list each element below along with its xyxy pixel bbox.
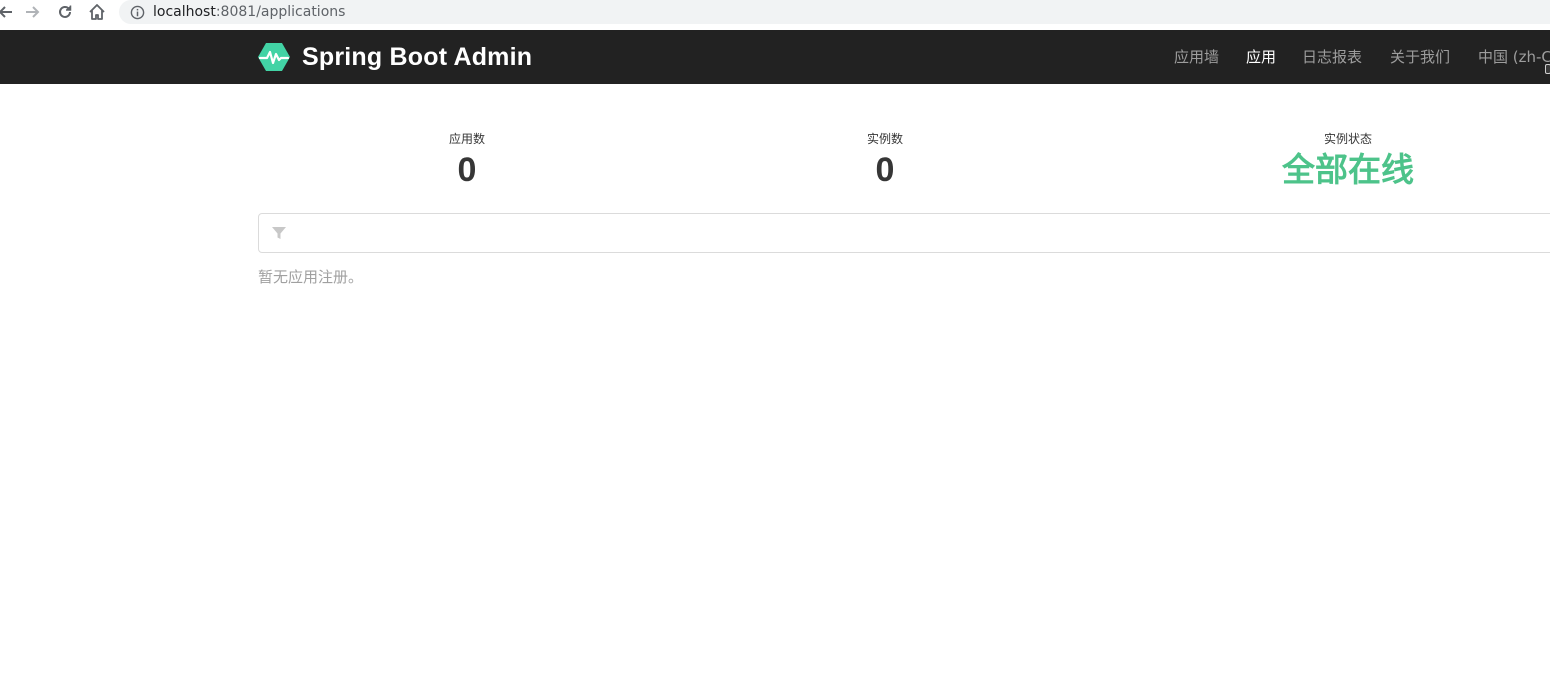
instances-count-label: 实例数 — [866, 132, 904, 146]
nav-item-applications[interactable]: 应用 — [1246, 30, 1276, 84]
brand-title: Spring Boot Admin — [302, 42, 533, 71]
language-flag-icon[interactable] — [1545, 64, 1550, 74]
address-bar[interactable]: localhost:8081/applications — [119, 0, 1550, 24]
instances-count-value: 0 — [875, 151, 895, 189]
application-filter — [258, 213, 1550, 253]
browser-toolbar: localhost:8081/applications — [0, 0, 1550, 30]
reload-icon[interactable] — [52, 0, 78, 24]
info-icon[interactable] — [129, 4, 145, 20]
back-arrow-icon[interactable] — [0, 0, 18, 24]
nav-item-wallboard[interactable]: 应用墙 — [1174, 30, 1219, 84]
nav-item-journal[interactable]: 日志报表 — [1302, 30, 1362, 84]
spring-boot-admin-logo-icon — [258, 43, 290, 71]
applications-count-label: 应用数 — [448, 132, 486, 146]
brand-link[interactable]: Spring Boot Admin — [258, 42, 532, 72]
applications-count-value: 0 — [457, 151, 477, 189]
url-host: localhost — [153, 4, 216, 20]
home-icon[interactable] — [84, 0, 110, 24]
nav-item-language[interactable]: 中国 (zh-C — [1478, 30, 1550, 84]
applications-count-stat: 应用数 0 — [449, 131, 485, 190]
nav-item-about[interactable]: 关于我们 — [1390, 30, 1450, 84]
instances-status-value: 全部在线 — [1282, 151, 1414, 188]
url-path: :8081/applications — [215, 4, 346, 20]
no-applications-message: 暂无应用注册。 — [258, 268, 364, 286]
instances-status-label: 实例状态 — [1323, 132, 1372, 146]
instances-count-stat: 实例数 0 — [867, 131, 903, 190]
filter-icon — [272, 227, 286, 239]
instances-status-stat: 实例状态 全部在线 — [1282, 131, 1414, 190]
filter-input[interactable] — [297, 214, 1537, 252]
app-navbar: Spring Boot Admin 应用墙 应用 日志报表 关于我们 中国 (z… — [0, 30, 1550, 84]
url-text: localhost:8081/applications — [153, 4, 345, 20]
forward-arrow-icon[interactable] — [20, 0, 46, 24]
